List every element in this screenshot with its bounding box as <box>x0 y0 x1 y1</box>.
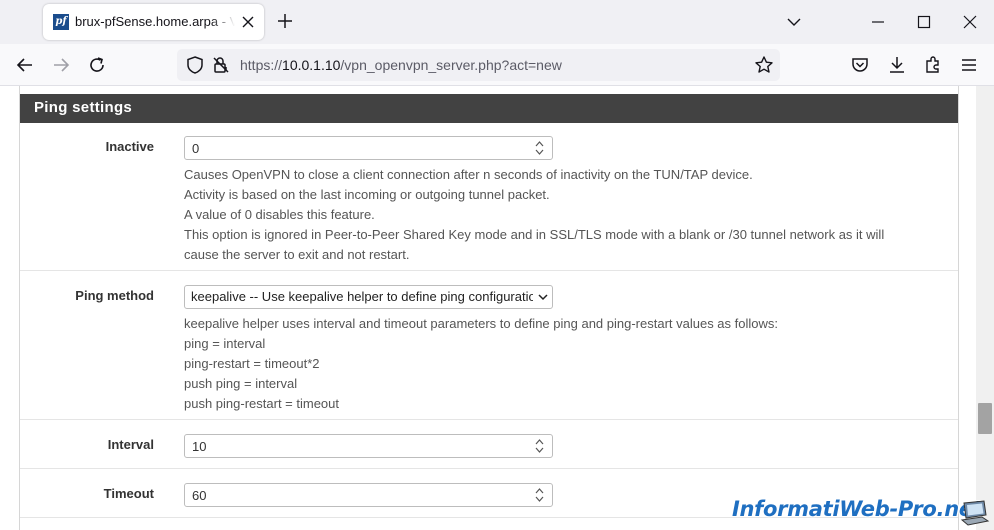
interval-value: 10 <box>192 439 207 454</box>
browser-tab[interactable]: pf brux-pfSense.home.arpa - VPN: OpenVPN… <box>43 4 264 40</box>
help-line: cause the server to exit and not restart… <box>184 247 410 262</box>
computer-logo-icon <box>960 500 990 526</box>
help-line: ping-restart = timeout*2 <box>184 356 320 371</box>
spinner-arrows-icon[interactable] <box>535 140 544 156</box>
url-path: /vpn_openvpn_server.php?act=new <box>340 57 562 73</box>
url-host: 10.0.1.10 <box>282 57 341 73</box>
watermark: InformatiWeb-Pro.net <box>732 497 983 521</box>
shield-icon[interactable] <box>185 55 205 75</box>
pfsense-favicon-icon: pf <box>53 14 69 30</box>
url-text[interactable]: https://10.0.1.10/vpn_openvpn_server.php… <box>240 57 562 73</box>
forward-arrow-icon[interactable] <box>51 55 71 75</box>
help-line: push ping-restart = timeout <box>184 396 339 411</box>
help-line: Causes OpenVPN to close a client connect… <box>184 167 753 182</box>
inactive-input[interactable]: 0 <box>184 136 553 160</box>
timeout-input[interactable]: 60 <box>184 483 553 507</box>
chevron-down-icon[interactable] <box>786 14 802 30</box>
timeout-label: Timeout <box>103 486 154 501</box>
help-line: push ping = interval <box>184 376 298 391</box>
close-window-icon[interactable] <box>962 14 978 30</box>
download-icon[interactable] <box>887 55 907 75</box>
ping-method-label: Ping method <box>75 288 154 303</box>
interval-input[interactable]: 10 <box>184 434 553 458</box>
inactive-help: Causes OpenVPN to close a client connect… <box>184 165 884 265</box>
interval-label: Interval <box>107 437 154 452</box>
bookmark-star-icon[interactable] <box>754 55 774 75</box>
new-tab-plus-icon[interactable] <box>276 12 294 30</box>
chevron-down-icon <box>538 294 548 301</box>
minimize-window-icon[interactable] <box>870 14 886 30</box>
maximize-window-icon[interactable] <box>916 14 932 30</box>
ping-method-help: keepalive helper uses interval and timeo… <box>184 314 778 414</box>
close-tab-icon[interactable] <box>239 13 257 31</box>
navigation-bar: https://10.0.1.10/vpn_openvpn_server.php… <box>0 44 994 86</box>
ping-method-select[interactable]: keepalive -- Use keepalive helper to def… <box>184 285 553 309</box>
ping-method-selected: keepalive -- Use keepalive helper to def… <box>191 289 533 304</box>
row-divider <box>20 468 958 469</box>
ping-settings-panel: Ping settings Inactive 0 Causes OpenVPN … <box>19 86 959 530</box>
tab-bar: pf brux-pfSense.home.arpa - VPN: OpenVPN… <box>0 0 994 44</box>
vertical-scrollbar[interactable] <box>976 86 994 530</box>
help-line: Activity is based on the last incoming o… <box>184 187 550 202</box>
extensions-puzzle-icon[interactable] <box>923 55 943 75</box>
url-prefix: https:// <box>240 57 283 73</box>
help-line: ping = interval <box>184 336 266 351</box>
tab-title: brux-pfSense.home.arpa - VPN: OpenVPN: S… <box>75 14 235 29</box>
reload-icon[interactable] <box>87 55 107 75</box>
lock-warning-icon[interactable] <box>211 55 231 75</box>
help-line: This option is ignored in Peer-to-Peer S… <box>184 227 885 242</box>
inactive-value: 0 <box>192 141 200 156</box>
section-title: Ping settings <box>34 99 133 116</box>
spinner-arrows-icon[interactable] <box>535 438 544 454</box>
page-content: Ping settings Inactive 0 Causes OpenVPN … <box>0 86 976 530</box>
row-divider <box>20 419 958 420</box>
help-line: keepalive helper uses interval and timeo… <box>184 316 779 331</box>
timeout-value: 60 <box>192 488 207 503</box>
url-bar[interactable]: https://10.0.1.10/vpn_openvpn_server.php… <box>177 49 780 81</box>
help-line: A value of 0 disables this feature. <box>184 207 375 222</box>
inactive-label: Inactive <box>105 139 154 154</box>
pocket-icon[interactable] <box>850 55 870 75</box>
scrollbar-thumb[interactable] <box>978 403 992 434</box>
hamburger-menu-icon[interactable] <box>959 55 979 75</box>
panel-heading: Ping settings <box>20 94 958 123</box>
spinner-arrows-icon[interactable] <box>535 487 544 503</box>
back-arrow-icon[interactable] <box>15 55 35 75</box>
row-divider <box>20 270 958 271</box>
